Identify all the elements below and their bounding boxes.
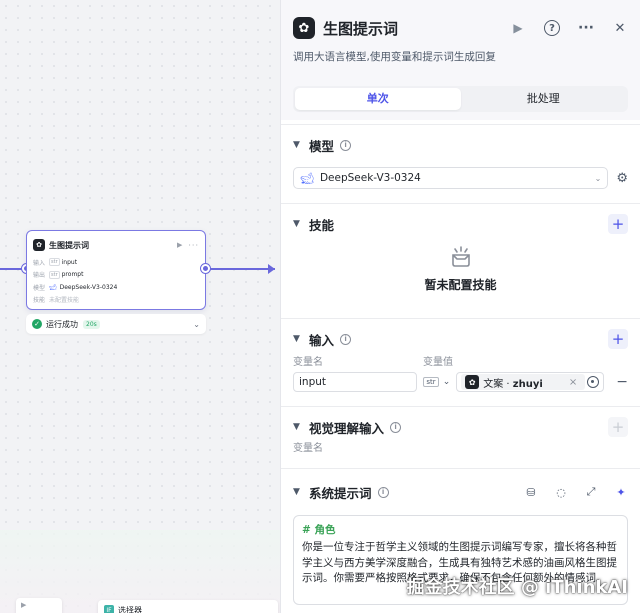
col-variable-value: 变量值 [423,357,453,368]
add-input-button[interactable]: + [608,329,628,349]
lightbulb-icon[interactable]: ◌ [554,486,568,499]
node-skills-row: 技能 未配置技能 [33,297,80,305]
watermark: 掘金技术社区 @ iThinkAI [406,577,628,598]
run-status-text: 运行成功 [46,319,78,329]
input-variable-row: input str ⌄ ✿ 文案 · zhuyi × − [293,367,628,397]
chevron-down-icon[interactable]: ▼ [293,422,301,432]
more-icon[interactable]: ··· [188,241,199,250]
skills-section: ▼ 技能 + 暂未配置技能 [281,203,640,318]
model-name: DeepSeek-V3-0324 [319,172,421,184]
reference-chip: ✿ 文案 · zhuyi × [461,374,586,390]
inputs-section-title: 输入 [309,332,335,348]
remove-row-button[interactable]: − [616,374,628,390]
target-icon[interactable] [587,376,600,388]
play-icon[interactable]: ▶ [177,241,182,249]
run-duration-badge: 20s [83,319,100,329]
deepseek-icon: 🐋︎ [49,283,57,291]
chevron-down-icon: ⌄ [442,377,451,387]
model-select[interactable]: 🐋︎ DeepSeek-V3-0324 ⌄ [293,167,609,189]
vision-input-section: ▼ 视觉理解输入 i + 变量名 [281,406,640,468]
tab-single[interactable]: 单次 [295,88,461,110]
gear-icon[interactable]: ⚙ [616,171,628,186]
node-config-panel: ✿ 生图提示词 ▶ ? ··· ✕ 调用大语言模型,使用变量和提示词生成回复 单… [280,0,640,613]
add-vision-input-button[interactable]: + [608,417,628,437]
mode-tabs: 单次 批处理 [293,86,628,112]
check-circle-icon: ✓ [32,319,42,329]
skills-section-title: 技能 [309,217,335,233]
chevron-down-icon[interactable]: ▼ [293,334,301,344]
col-variable-name: 变量名 [293,357,323,368]
help-icon[interactable]: ? [544,20,560,36]
empty-box-icon [451,246,470,267]
expand-icon[interactable]: ⤢ [584,485,598,499]
variable-reference-field[interactable]: ✿ 文案 · zhuyi × [456,372,605,392]
ai-optimize-icon[interactable]: ✦ [614,486,628,499]
system-prompt-title: 系统提示词 [309,485,372,501]
clear-icon[interactable]: × [569,377,577,388]
skills-empty-state: 暂未配置技能 [293,244,628,318]
variable-name-input[interactable]: input [293,372,418,392]
run-status-bar[interactable]: ✓ 运行成功 20s ⌄ [26,314,206,334]
panel-description: 调用大语言模型,使用变量和提示词生成回复 [293,51,496,63]
node-output-port[interactable] [201,264,210,273]
node-input-row: 输入 str input [33,258,78,267]
selector-node-icon: IF [104,605,114,613]
prompt-library-icon[interactable]: ⛁ [524,486,538,499]
vision-section-title: 视觉理解输入 [309,420,385,436]
info-icon[interactable]: i [340,333,352,345]
workflow-canvas[interactable]: ✿ 生图提示词 ▶ ··· 输入 str input 输出 str prompt… [0,0,282,613]
panel-title: 生图提示词 [323,19,399,38]
llm-node-card[interactable]: ✿ 生图提示词 ▶ ··· 输入 str input 输出 str prompt… [26,230,206,310]
selector-node[interactable]: IF 选择器 [98,600,278,613]
inputs-section: ▼ 输入 i + 变量名 变量值 input str ⌄ ✿ 文案 · zhuy… [281,318,640,406]
close-icon[interactable]: ✕ [612,21,628,36]
node-model-row: 模型 🐋︎ DeepSeek-V3-0324 [33,283,118,292]
model-section-title: 模型 [309,138,335,154]
node-logo-icon: ✿ [293,17,315,39]
node-logo-icon: ✿ [33,239,45,251]
play-icon[interactable]: ▶ [510,21,526,35]
node-output-row: 输出 str prompt [33,270,84,280]
edge-arrow-icon [268,264,275,274]
chevron-down-icon[interactable]: ▼ [293,487,301,497]
chevron-down-icon[interactable]: ⌄ [193,320,200,329]
col-variable-name: 变量名 [293,443,323,454]
tab-batch[interactable]: 批处理 [461,88,627,110]
chevron-down-icon: ⌄ [594,173,602,183]
model-section: ▼ 模型 i 🐋︎ DeepSeek-V3-0324 ⌄ ⚙ [281,124,640,191]
prompt-heading: # 角色 [302,524,336,536]
node-title: 生图提示词 [49,240,89,250]
chevron-down-icon[interactable]: ▼ [293,219,301,229]
variable-type-select[interactable]: str ⌄ [423,377,450,387]
chevron-down-icon[interactable]: ▼ [293,140,301,150]
panel-header: ✿ 生图提示词 ▶ ? ··· ✕ 调用大语言模型,使用变量和提示词生成回复 [281,0,640,86]
info-icon[interactable]: i [390,421,402,433]
outgoing-edge [207,268,275,270]
skills-empty-text: 暂未配置技能 [424,278,497,292]
node-logo-icon: ✿ [465,375,480,389]
more-icon[interactable]: ··· [578,20,594,36]
info-icon[interactable]: i [340,139,352,151]
info-icon[interactable]: i [377,486,389,498]
deepseek-icon: 🐋︎ [300,171,314,185]
add-skill-button[interactable]: + [608,214,628,234]
partial-node-left[interactable]: ▶ [16,598,62,613]
